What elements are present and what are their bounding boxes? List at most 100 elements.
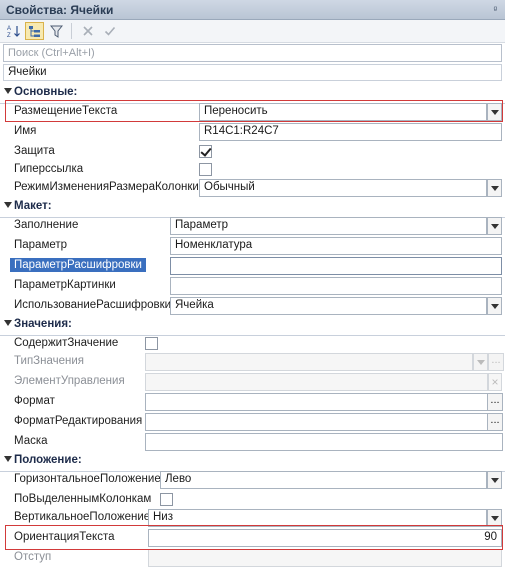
prop-row-control: ЭлементУправления × <box>0 372 505 392</box>
prop-label: ГоризонтальноеПоложение <box>14 473 161 485</box>
prop-row-picture-param: ПараметрКартинки <box>0 276 505 296</box>
group-values[interactable]: Значения: <box>0 316 505 336</box>
format-field[interactable] <box>145 393 488 411</box>
prop-label: СодержитЗначение <box>14 337 119 349</box>
prop-label: ЭлементУправления <box>14 375 125 387</box>
group-basic[interactable]: Основные: <box>0 84 505 104</box>
prop-label: ПоВыделеннымКолонкам <box>14 493 152 505</box>
ellipsis-button: ... <box>488 353 504 371</box>
group-label: Макет: <box>14 200 52 212</box>
indent-field <box>148 549 502 567</box>
search-input[interactable] <box>4 45 501 61</box>
chevron-down-icon[interactable] <box>487 217 502 235</box>
resize-mode-select[interactable]: Обычный <box>199 179 487 197</box>
prop-label: ИспользованиеРасшифровки <box>14 299 172 311</box>
chevron-down-icon[interactable] <box>487 297 502 315</box>
chevron-down-icon[interactable] <box>487 179 502 197</box>
prop-row-indent: Отступ <box>0 548 505 568</box>
filter-icon[interactable] <box>47 22 66 40</box>
picture-param-field[interactable] <box>170 277 502 295</box>
prop-row-h-align: ГоризонтальноеПоложение Лево <box>0 470 505 490</box>
prop-label: Имя <box>14 125 37 137</box>
group-position[interactable]: Положение: <box>0 452 505 472</box>
svg-text:Z: Z <box>7 33 11 38</box>
prop-row-edit-format: ФорматРедактирования ... <box>0 412 505 432</box>
prop-row-v-align: ВертикальноеПоложение Низ <box>0 508 505 528</box>
prop-row-details-use: ИспользованиеРасшифровки Ячейка <box>0 296 505 316</box>
prop-label: ФорматРедактирования <box>14 415 143 427</box>
ellipsis-button[interactable]: ... <box>487 413 503 431</box>
window-titlebar: Свойства: Ячейки ᵍ <box>0 0 505 20</box>
prop-label: ПараметрКартинки <box>14 279 116 291</box>
prop-row-protection: Защита <box>0 142 505 162</box>
group-label: Положение: <box>14 454 82 466</box>
prop-label: ТипЗначения <box>14 355 84 367</box>
chevron-down-icon[interactable] <box>487 103 502 121</box>
prop-label: Заполнение <box>14 219 79 231</box>
prop-label: Формат <box>14 395 55 407</box>
prop-label: Отступ <box>14 551 52 563</box>
toolbar-separator <box>71 23 72 39</box>
by-selected-cols-checkbox[interactable] <box>160 493 173 506</box>
expand-arrow-icon[interactable] <box>4 320 12 326</box>
sort-az-icon[interactable]: AZ <box>4 22 23 40</box>
group-layout[interactable]: Макет: <box>0 198 505 218</box>
hyperlink-checkbox[interactable] <box>199 163 212 176</box>
protection-checkbox[interactable] <box>199 145 212 158</box>
contains-value-checkbox[interactable] <box>145 337 158 350</box>
group-label: Основные: <box>14 86 78 98</box>
chevron-down-icon <box>473 353 488 371</box>
prop-row-value-type: ТипЗначения ... <box>0 352 505 372</box>
prop-label: Маска <box>14 435 48 447</box>
prop-label: ВертикальноеПоложение <box>14 511 151 523</box>
edit-format-field[interactable] <box>145 413 488 431</box>
details-use-select[interactable]: Ячейка <box>170 297 487 315</box>
prop-row-name: Имя R14C1:R24C7 <box>0 122 505 142</box>
object-name-field: Ячейки <box>3 64 502 81</box>
expand-arrow-icon[interactable] <box>4 88 12 94</box>
chevron-down-icon[interactable] <box>487 471 502 489</box>
prop-row-by-selected-cols: ПоВыделеннымКолонкам <box>0 490 505 510</box>
toolbar: AZ <box>0 20 505 43</box>
expand-arrow-icon[interactable] <box>4 202 12 208</box>
prop-row-format: Формат ... <box>0 392 505 412</box>
prop-row-details-param: ПараметрРасшифровки <box>0 256 505 276</box>
v-align-select[interactable]: Низ <box>148 509 487 527</box>
delete-icon[interactable] <box>78 22 97 40</box>
prop-row-resize-mode: РежимИзмененияРазмераКолонки Обычный <box>0 178 505 198</box>
prop-row-fill: Заполнение Параметр <box>0 216 505 236</box>
search-box <box>3 44 502 62</box>
control-field <box>145 373 488 391</box>
fill-select[interactable]: Параметр <box>170 217 487 235</box>
clear-icon: × <box>488 373 502 391</box>
placement-select[interactable]: Переносить <box>199 103 487 121</box>
prop-row-hyperlink: Гиперссылка <box>0 160 505 180</box>
prop-label: Гиперссылка <box>14 163 84 175</box>
prop-row-contains-value: СодержитЗначение <box>0 334 505 354</box>
prop-row-orientation: ОриентацияТекста 90 <box>0 528 505 548</box>
details-param-field[interactable] <box>170 257 502 275</box>
prop-row-placement: РазмещениеТекста Переносить <box>0 102 505 122</box>
prop-label-selected: ПараметрРасшифровки <box>10 258 146 272</box>
value-type-field <box>145 353 473 371</box>
window-title: Свойства: Ячейки <box>6 3 114 17</box>
check-icon[interactable] <box>100 22 119 40</box>
h-align-select[interactable]: Лево <box>160 471 487 489</box>
orientation-field[interactable]: 90 <box>148 529 502 547</box>
svg-text:A: A <box>7 26 11 32</box>
prop-label: Защита <box>14 145 55 157</box>
chevron-down-icon[interactable] <box>487 509 502 527</box>
mask-field[interactable] <box>145 433 503 451</box>
name-field[interactable]: R14C1:R24C7 <box>199 123 502 141</box>
prop-label: РазмещениеТекста <box>14 105 118 117</box>
prop-label: ОриентацияТекста <box>14 531 115 543</box>
ellipsis-button[interactable]: ... <box>487 393 503 411</box>
expand-arrow-icon[interactable] <box>4 456 12 462</box>
prop-row-mask: Маска <box>0 432 505 452</box>
prop-label: РежимИзмененияРазмераКолонки <box>14 181 199 193</box>
prop-row-parameter: Параметр Номенклатура <box>0 236 505 256</box>
tree-view-icon[interactable] <box>25 22 44 40</box>
group-label: Значения: <box>14 318 72 330</box>
pin-icon[interactable]: ᵍ <box>494 4 497 14</box>
parameter-field[interactable]: Номенклатура <box>170 237 502 255</box>
